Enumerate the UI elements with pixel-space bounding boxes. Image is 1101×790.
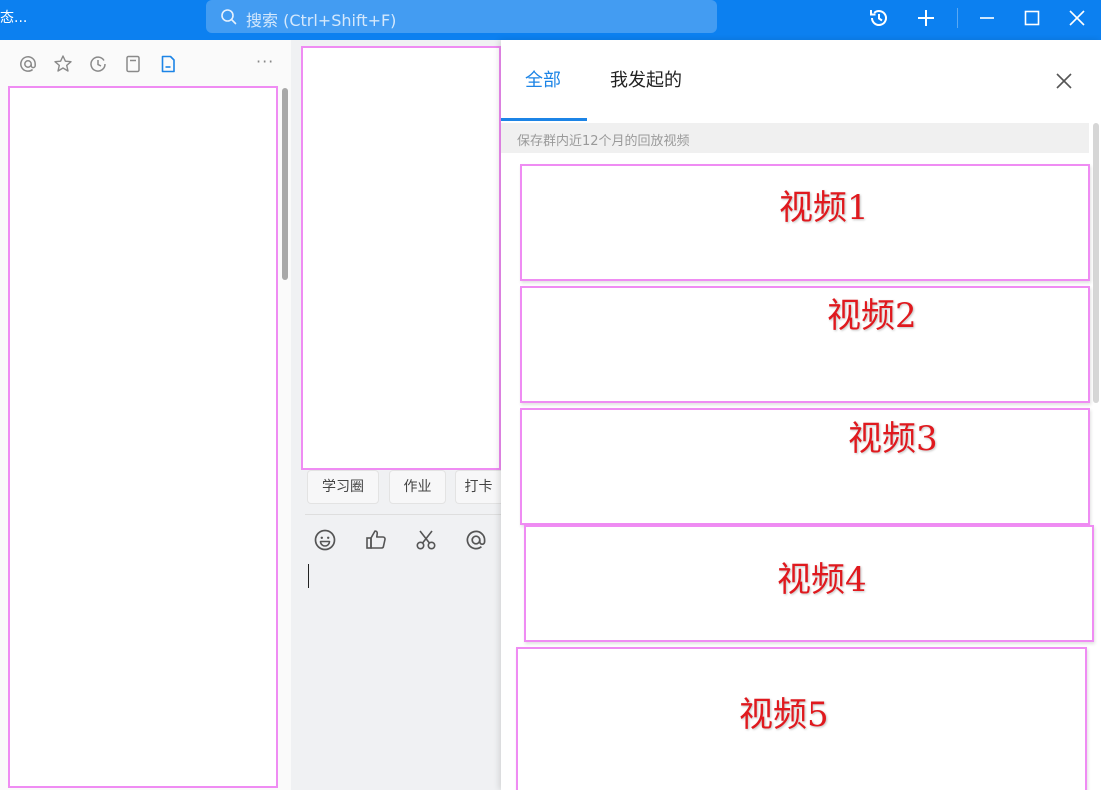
notice-text: 保存群内近12个月的回放视频 xyxy=(517,134,690,149)
video-item[interactable]: 视频4 xyxy=(524,525,1094,642)
thumbs-up-icon[interactable] xyxy=(364,528,388,552)
left-panel: ··· xyxy=(0,40,291,790)
text-cursor[interactable] xyxy=(308,564,309,588)
conversation-list xyxy=(8,86,278,788)
notice-bar: 保存群内近12个月的回放视频 xyxy=(501,123,1089,153)
window-close-icon[interactable] xyxy=(1065,6,1089,30)
titlebar-divider xyxy=(957,8,958,28)
chip-homework[interactable]: 作业 xyxy=(389,470,446,504)
video-item[interactable]: 视频3 xyxy=(520,408,1090,525)
minimize-icon[interactable] xyxy=(975,6,999,30)
tab-all[interactable]: 全部 xyxy=(525,66,561,92)
search-icon xyxy=(221,9,237,25)
video-item[interactable]: 视频1 xyxy=(520,164,1090,281)
chat-panel: 学习圈 作业 打卡 xyxy=(291,40,501,790)
more-options-icon[interactable]: ··· xyxy=(256,52,274,71)
recent-icon[interactable] xyxy=(88,54,108,74)
video-title: 视频3 xyxy=(848,419,938,459)
star-icon[interactable] xyxy=(53,54,73,74)
chip-check-in[interactable]: 打卡 xyxy=(455,470,501,504)
at-icon[interactable] xyxy=(18,54,38,74)
emoji-icon[interactable] xyxy=(313,528,337,552)
maximize-icon[interactable] xyxy=(1020,6,1044,30)
input-divider xyxy=(305,514,501,515)
left-scrollbar[interactable] xyxy=(282,88,288,280)
chip-study-circle[interactable]: 学习圈 xyxy=(307,470,379,504)
video-title: 视频4 xyxy=(777,560,867,600)
active-tab-indicator xyxy=(501,118,587,121)
status-text: 态... xyxy=(0,10,28,26)
replay-video-panel: 全部 我发起的 保存群内近12个月的回放视频 视频1 视频2 视频3 视频4 视… xyxy=(501,40,1101,790)
video-title: 视频5 xyxy=(739,695,829,735)
tab-initiated-by-me[interactable]: 我发起的 xyxy=(610,66,682,92)
plus-icon[interactable] xyxy=(914,6,938,30)
bookmark-icon[interactable] xyxy=(123,54,143,74)
close-icon[interactable] xyxy=(1053,70,1075,92)
right-scrollbar[interactable] xyxy=(1093,123,1099,403)
video-item[interactable]: 视频2 xyxy=(520,286,1090,403)
document-icon[interactable] xyxy=(158,54,178,74)
video-title: 视频2 xyxy=(827,296,917,336)
history-icon[interactable] xyxy=(867,6,891,30)
scissors-icon[interactable] xyxy=(414,528,438,552)
title-bar: 态... 搜索 (Ctrl+Shift+F) xyxy=(0,0,1101,40)
search-input[interactable]: 搜索 (Ctrl+Shift+F) xyxy=(206,0,717,33)
mention-icon[interactable] xyxy=(464,528,488,552)
video-title: 视频1 xyxy=(779,188,869,228)
video-item[interactable]: 视频5 xyxy=(516,647,1087,790)
search-placeholder: 搜索 (Ctrl+Shift+F) xyxy=(246,11,397,30)
chat-message-area xyxy=(301,46,501,470)
